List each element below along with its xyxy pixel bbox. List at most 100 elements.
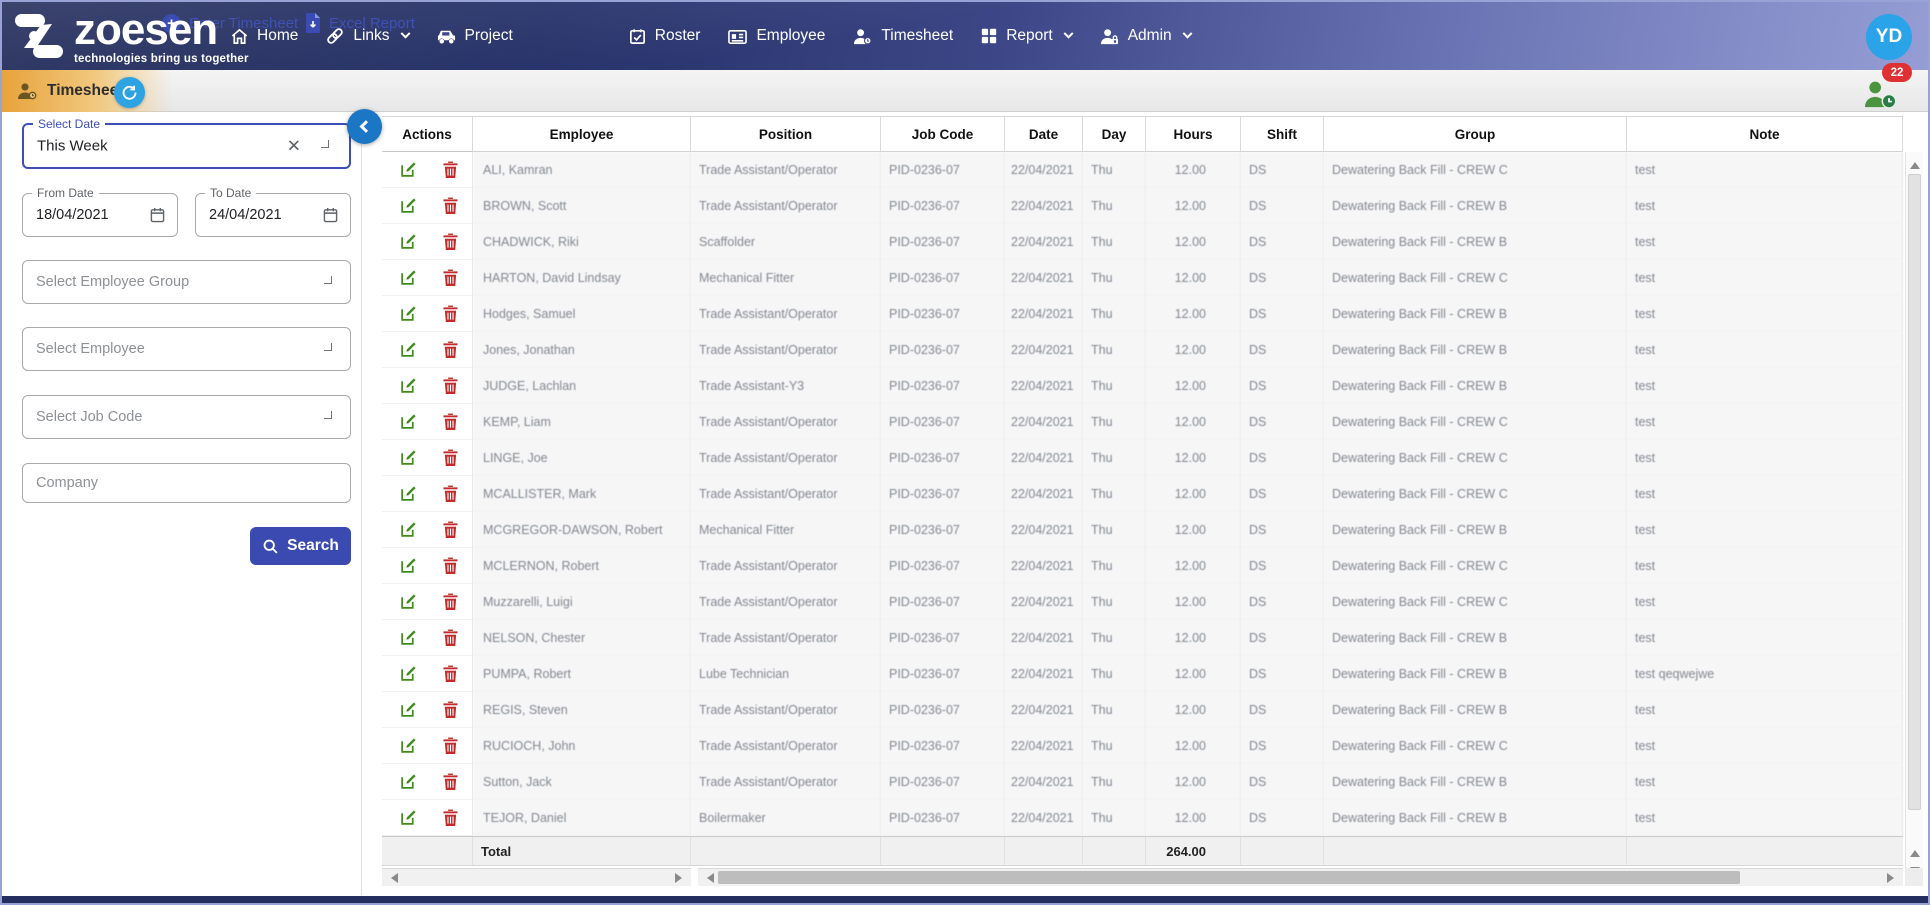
edit-icon[interactable] [400, 773, 417, 790]
edit-icon[interactable] [400, 737, 417, 754]
col-header-shift[interactable]: Shift [1241, 117, 1324, 152]
brand-logo[interactable]: zoesen technologies bring us together [14, 8, 249, 66]
delete-icon[interactable] [443, 197, 458, 214]
nav-item-report[interactable]: Report [980, 27, 1072, 45]
scroll-left-arrow[interactable] [386, 873, 398, 883]
edit-icon[interactable] [400, 665, 417, 682]
horizontal-scrollbar[interactable] [698, 868, 1903, 886]
delete-icon[interactable] [443, 161, 458, 178]
edit-icon[interactable] [400, 377, 417, 394]
company-field[interactable]: Company [22, 463, 351, 503]
employee-select[interactable]: Select Employee [22, 327, 351, 371]
delete-icon[interactable] [443, 233, 458, 250]
refresh-button[interactable] [114, 77, 145, 108]
edit-icon[interactable] [400, 809, 417, 826]
tab-timesheet[interactable]: Timesheet [16, 70, 123, 112]
chevron-down-icon[interactable] [321, 140, 329, 148]
edit-icon[interactable] [400, 485, 417, 502]
delete-icon[interactable] [443, 341, 458, 358]
nav-item-project[interactable]: Project [436, 27, 513, 46]
calendar-icon[interactable] [323, 207, 338, 223]
delete-icon[interactable] [443, 485, 458, 502]
from-date-field[interactable]: From Date 18/04/2021 [22, 193, 178, 237]
job-code-cell: PID-0236-07 [881, 476, 1005, 512]
scroll-left-arrow[interactable] [702, 873, 714, 883]
total-hours: 264.00 [1146, 837, 1241, 865]
edit-icon[interactable] [400, 305, 417, 322]
scroll-right-arrow[interactable] [675, 873, 687, 883]
nav-item-employee[interactable]: Employee [727, 27, 825, 46]
delete-icon[interactable] [443, 521, 458, 538]
table-row: CHADWICK, Riki Scaffolder PID-0236-07 22… [382, 224, 1903, 260]
job-code-cell: PID-0236-07 [881, 332, 1005, 368]
edit-icon[interactable] [400, 413, 417, 430]
edit-icon[interactable] [400, 161, 417, 178]
edit-icon[interactable] [400, 593, 417, 610]
group-cell: Dewatering Back Fill - CREW C [1324, 440, 1627, 476]
col-header-position[interactable]: Position [691, 117, 881, 152]
delete-icon[interactable] [443, 737, 458, 754]
delete-icon[interactable] [443, 305, 458, 322]
calendar-icon[interactable] [150, 207, 165, 223]
delete-icon[interactable] [443, 377, 458, 394]
edit-icon[interactable] [400, 341, 417, 358]
search-button[interactable]: Search [250, 527, 351, 565]
delete-icon[interactable] [443, 269, 458, 286]
hours-cell: 12.00 [1146, 764, 1241, 800]
nav-label: Home [257, 27, 298, 45]
job-code-select[interactable]: Select Job Code [22, 395, 351, 439]
col-header-date[interactable]: Date [1005, 117, 1083, 152]
edit-icon[interactable] [400, 449, 417, 466]
delete-icon[interactable] [443, 593, 458, 610]
nav-item-links[interactable]: Links [325, 26, 408, 46]
position-cell: Trade Assistant/Operator [691, 584, 881, 620]
select-date-field[interactable]: Select Date This Week ✕ [22, 123, 351, 169]
delete-icon[interactable] [443, 665, 458, 682]
nav-item-timesheet[interactable]: Timesheet [852, 27, 953, 46]
delete-icon[interactable] [443, 809, 458, 826]
col-header-note[interactable]: Note [1627, 117, 1903, 152]
employee-group-select[interactable]: Select Employee Group [22, 260, 351, 304]
edit-icon[interactable] [400, 701, 417, 718]
delete-icon[interactable] [443, 773, 458, 790]
col-header-hours[interactable]: Hours [1146, 117, 1241, 152]
shift-cell: DS [1241, 656, 1324, 692]
vertical-scrollbar[interactable] [1905, 152, 1923, 886]
scroll-right-arrow[interactable] [1887, 873, 1899, 883]
edit-icon[interactable] [400, 557, 417, 574]
delete-icon[interactable] [443, 413, 458, 430]
day-cell: Thu [1083, 800, 1146, 836]
delete-icon[interactable] [443, 557, 458, 574]
fixed-columns-scrollbar[interactable] [382, 868, 691, 886]
clear-icon[interactable]: ✕ [287, 138, 301, 155]
group-cell: Dewatering Back Fill - CREW B [1324, 332, 1627, 368]
position-cell: Trade Assistant/Operator [691, 332, 881, 368]
edit-icon[interactable] [400, 233, 417, 250]
horizontal-scroll-thumb[interactable] [718, 871, 1740, 884]
nav-item-home[interactable]: Home [230, 27, 298, 46]
to-date-field[interactable]: To Date 24/04/2021 [195, 193, 351, 237]
col-header-actions[interactable]: Actions [382, 117, 473, 152]
user-avatar[interactable]: YD [1866, 14, 1912, 60]
actions-cell [382, 440, 473, 476]
edit-icon[interactable] [400, 521, 417, 538]
pending-timesheets-button[interactable]: 22 [1856, 70, 1914, 112]
delete-icon[interactable] [443, 629, 458, 646]
col-header-employee[interactable]: Employee [473, 117, 691, 152]
delete-icon[interactable] [443, 449, 458, 466]
scroll-up-arrow[interactable] [1910, 845, 1920, 857]
main-nav: Home Links Project Roster Employee T [230, 2, 1218, 70]
col-header-jobcode[interactable]: Job Code [881, 117, 1005, 152]
edit-icon[interactable] [400, 269, 417, 286]
position-cell: Scaffolder [691, 224, 881, 260]
scroll-up-arrow[interactable] [1910, 157, 1920, 169]
sidebar-collapse-button[interactable] [347, 109, 382, 144]
col-header-day[interactable]: Day [1083, 117, 1146, 152]
delete-icon[interactable] [443, 701, 458, 718]
edit-icon[interactable] [400, 197, 417, 214]
nav-item-roster[interactable]: Roster [628, 27, 701, 46]
col-header-group[interactable]: Group [1324, 117, 1627, 152]
nav-item-admin[interactable]: Admin [1099, 27, 1191, 46]
vertical-scroll-thumb[interactable] [1908, 174, 1921, 810]
edit-icon[interactable] [400, 629, 417, 646]
